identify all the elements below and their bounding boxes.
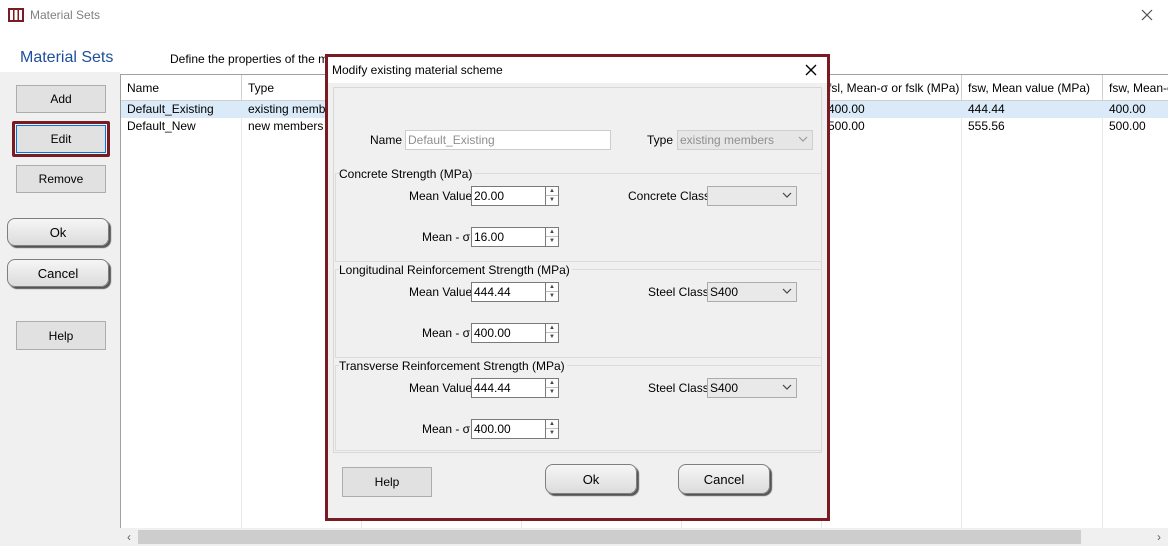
longitudinal-class-select[interactable]: S400 bbox=[707, 282, 797, 302]
window-title: Material Sets bbox=[30, 8, 101, 22]
table-cell-fsl-mean-sigma[interactable]: 400.00 bbox=[822, 101, 961, 118]
remove-button[interactable]: Remove bbox=[16, 165, 106, 193]
chevron-down-icon bbox=[782, 192, 792, 198]
longitudinal-mean-spinner[interactable]: 444.44 ▲ ▼ bbox=[471, 282, 561, 302]
transverse-sigma-spinner[interactable]: 400.00 ▲ ▼ bbox=[471, 419, 561, 439]
modify-material-dialog: Modify existing material scheme Name Def… bbox=[325, 54, 830, 521]
column-header-fsw-mean-sigma[interactable]: fsw, Mean-σ bbox=[1103, 75, 1168, 101]
concrete-sigma-label: Mean - σ bbox=[422, 230, 471, 244]
transverse-mean-label: Mean Value bbox=[409, 381, 473, 395]
chevron-down-icon bbox=[782, 288, 792, 294]
window-close-icon[interactable] bbox=[1138, 6, 1156, 24]
section-title: Material Sets bbox=[20, 49, 114, 66]
concrete-class-label: Concrete Class bbox=[628, 189, 711, 203]
spin-arrows-icon[interactable]: ▲ ▼ bbox=[545, 227, 559, 247]
cancel-button[interactable]: Cancel bbox=[7, 259, 109, 287]
chevron-down-icon bbox=[798, 136, 808, 142]
transverse-class-value: S400 bbox=[710, 381, 739, 395]
section-description: Define the properties of the m bbox=[170, 52, 329, 66]
longitudinal-sigma-label: Mean - σ bbox=[422, 326, 471, 340]
column-header-fsw-mean[interactable]: fsw, Mean value (MPa) bbox=[962, 75, 1103, 101]
column-divider bbox=[241, 75, 242, 528]
longitudinal-sigma-spinner[interactable]: 400.00 ▲ ▼ bbox=[471, 323, 561, 343]
concrete-sigma-spinner[interactable]: 16.00 ▲ ▼ bbox=[471, 227, 561, 247]
ok-button[interactable]: Ok bbox=[7, 218, 109, 246]
table-cell-fsw-mean[interactable]: 555.56 bbox=[962, 118, 1102, 135]
table-cell-fsw-mean[interactable]: 444.44 bbox=[962, 101, 1102, 118]
table-cell-fsw-mean-sigma[interactable]: 500.00 bbox=[1103, 118, 1168, 135]
table-cell-name[interactable]: Default_Existing bbox=[121, 101, 241, 118]
window-titlebar: Material Sets bbox=[0, 0, 1168, 30]
table-cell-name[interactable]: Default_New bbox=[121, 118, 241, 135]
dialog-title: Modify existing material scheme bbox=[332, 63, 503, 77]
longitudinal-mean-input[interactable]: 444.44 bbox=[471, 282, 547, 302]
scroll-right-icon[interactable]: › bbox=[1152, 529, 1166, 545]
name-label: Name bbox=[370, 133, 403, 147]
column-divider bbox=[1102, 75, 1103, 528]
column-header-name[interactable]: Name bbox=[121, 75, 242, 101]
type-select-value: existing members bbox=[680, 133, 775, 147]
column-header-fsl-mean-sigma[interactable]: fsl, Mean-σ or fslk (MPa) bbox=[822, 75, 962, 101]
app-icon bbox=[8, 8, 24, 22]
dialog-cancel-button[interactable]: Cancel bbox=[678, 464, 770, 494]
transverse-sigma-input[interactable]: 400.00 bbox=[471, 419, 547, 439]
name-input[interactable]: Default_Existing bbox=[405, 130, 611, 150]
concrete-mean-spinner[interactable]: 20.00 ▲ ▼ bbox=[471, 186, 561, 206]
transverse-class-select[interactable]: S400 bbox=[707, 378, 797, 398]
spin-arrows-icon[interactable]: ▲ ▼ bbox=[545, 419, 559, 439]
transverse-mean-input[interactable]: 444.44 bbox=[471, 378, 547, 398]
transverse-class-label: Steel Class bbox=[648, 381, 709, 395]
concrete-mean-input[interactable]: 20.00 bbox=[471, 186, 547, 206]
concrete-mean-label: Mean Value bbox=[409, 189, 473, 203]
longitudinal-sigma-input[interactable]: 400.00 bbox=[471, 323, 547, 343]
spin-arrows-icon[interactable]: ▲ ▼ bbox=[545, 186, 559, 206]
dialog-help-button[interactable]: Help bbox=[342, 467, 432, 497]
longitudinal-group-label: Longitudinal Reinforcement Strength (MPa… bbox=[339, 263, 572, 277]
longitudinal-class-value: S400 bbox=[710, 285, 739, 299]
dialog-close-icon[interactable] bbox=[803, 62, 819, 78]
edit-button[interactable]: Edit bbox=[16, 125, 106, 153]
concrete-class-select[interactable] bbox=[707, 186, 797, 206]
transverse-mean-spinner[interactable]: 444.44 ▲ ▼ bbox=[471, 378, 561, 398]
spin-arrows-icon[interactable]: ▲ ▼ bbox=[545, 378, 559, 398]
column-divider bbox=[961, 75, 962, 528]
table-cell-fsw-mean-sigma[interactable]: 400.00 bbox=[1103, 101, 1168, 118]
help-button[interactable]: Help bbox=[16, 321, 106, 350]
transverse-sigma-label: Mean - σ bbox=[422, 422, 471, 436]
longitudinal-class-label: Steel Class bbox=[648, 285, 709, 299]
type-label: Type bbox=[647, 133, 674, 147]
add-button[interactable]: Add bbox=[16, 85, 106, 113]
chevron-down-icon bbox=[782, 384, 792, 390]
scroll-left-icon[interactable]: ‹ bbox=[122, 529, 136, 545]
dialog-ok-button[interactable]: Ok bbox=[545, 464, 637, 494]
dialog-titlebar: Modify existing material scheme bbox=[328, 57, 827, 83]
concrete-sigma-input[interactable]: 16.00 bbox=[471, 227, 547, 247]
concrete-group-label: Concrete Strength (MPa) bbox=[339, 167, 475, 181]
spin-arrows-icon[interactable]: ▲ ▼ bbox=[545, 282, 559, 302]
spin-arrows-icon[interactable]: ▲ ▼ bbox=[545, 323, 559, 343]
transverse-group-label: Transverse Reinforcement Strength (MPa) bbox=[339, 359, 567, 373]
scrollbar-thumb[interactable] bbox=[138, 530, 1081, 544]
type-select[interactable]: existing members bbox=[677, 130, 813, 150]
table-cell-fsl-mean-sigma[interactable]: 500.00 bbox=[822, 118, 961, 135]
longitudinal-mean-label: Mean Value bbox=[409, 285, 473, 299]
